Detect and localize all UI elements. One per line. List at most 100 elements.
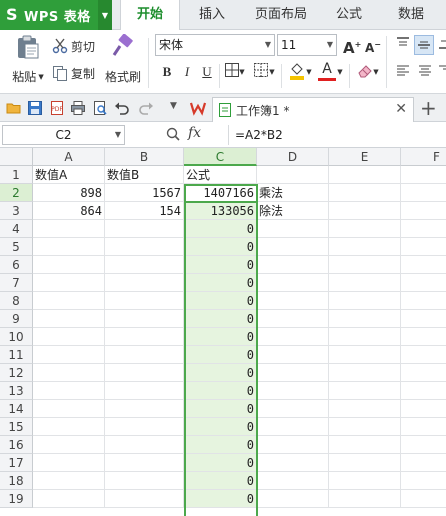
cell-b11[interactable] <box>105 346 184 364</box>
column-header-c[interactable]: C <box>184 148 257 166</box>
column-header-a[interactable]: A <box>33 148 105 166</box>
grow-font-button[interactable]: A+ <box>343 36 361 57</box>
cell-f10[interactable] <box>401 328 446 346</box>
cell-f19[interactable] <box>401 490 446 508</box>
cell-d19[interactable] <box>257 490 329 508</box>
cell-e12[interactable] <box>329 364 401 382</box>
align-top-button[interactable] <box>394 36 412 54</box>
insert-function-button[interactable]: fx <box>188 125 201 141</box>
cell-b16[interactable] <box>105 436 184 454</box>
cell-b2[interactable]: 1567 <box>105 184 184 202</box>
cell-c13[interactable]: 0 <box>184 382 257 400</box>
cell-e19[interactable] <box>329 490 401 508</box>
align-left-button[interactable] <box>394 63 412 81</box>
cell-b17[interactable] <box>105 454 184 472</box>
row-header[interactable]: 9 <box>0 310 33 328</box>
name-box[interactable]: C2 ▼ <box>2 125 125 145</box>
cell-b10[interactable] <box>105 328 184 346</box>
cell-f2[interactable] <box>401 184 446 202</box>
align-middle-button[interactable] <box>414 35 434 55</box>
app-menu-button[interactable]: S WPS 表格 ▼ <box>0 0 112 30</box>
cell-d10[interactable] <box>257 328 329 346</box>
tab-insert[interactable]: 插入 <box>186 0 238 30</box>
select-all-corner[interactable] <box>0 148 33 166</box>
row-header[interactable]: 16 <box>0 436 33 454</box>
cell-b13[interactable] <box>105 382 184 400</box>
cell-f9[interactable] <box>401 310 446 328</box>
cell-b18[interactable] <box>105 472 184 490</box>
bold-button[interactable]: B <box>158 63 176 81</box>
print-preview-icon[interactable] <box>92 100 108 116</box>
italic-button[interactable]: I <box>178 63 196 81</box>
cell-e1[interactable] <box>329 166 401 184</box>
cell-f15[interactable] <box>401 418 446 436</box>
cell-b9[interactable] <box>105 310 184 328</box>
cell-f6[interactable] <box>401 256 446 274</box>
cell-a8[interactable] <box>33 292 105 310</box>
cell-a5[interactable] <box>33 238 105 256</box>
caret-down-icon[interactable]: ▼ <box>38 73 43 81</box>
row-header[interactable]: 19 <box>0 490 33 508</box>
cell-d15[interactable] <box>257 418 329 436</box>
cell-a11[interactable] <box>33 346 105 364</box>
cell-c4[interactable]: 0 <box>184 220 257 238</box>
column-header-e[interactable]: E <box>329 148 401 166</box>
cell-a18[interactable] <box>33 472 105 490</box>
cell-c12[interactable]: 0 <box>184 364 257 382</box>
find-function-icon[interactable] <box>165 126 181 142</box>
cell-c15[interactable]: 0 <box>184 418 257 436</box>
row-header[interactable]: 11 <box>0 346 33 364</box>
cell-a4[interactable] <box>33 220 105 238</box>
cell-e8[interactable] <box>329 292 401 310</box>
cell-e4[interactable] <box>329 220 401 238</box>
cell-c5[interactable]: 0 <box>184 238 257 256</box>
cell-e5[interactable] <box>329 238 401 256</box>
cell-e11[interactable] <box>329 346 401 364</box>
cell-a16[interactable] <box>33 436 105 454</box>
cell-e15[interactable] <box>329 418 401 436</box>
cell-a19[interactable] <box>33 490 105 508</box>
print-icon[interactable] <box>70 100 86 116</box>
cell-d13[interactable] <box>257 382 329 400</box>
cell-e7[interactable] <box>329 274 401 292</box>
cell-d8[interactable] <box>257 292 329 310</box>
paste-button[interactable]: 粘贴 ▼ <box>8 34 48 90</box>
font-size-select[interactable]: 11 ▼ <box>277 34 337 56</box>
fill-color-button[interactable] <box>288 62 306 80</box>
cell-e3[interactable] <box>329 202 401 220</box>
cell-c9[interactable]: 0 <box>184 310 257 328</box>
caret-down-icon[interactable]: ▼ <box>336 63 344 81</box>
cell-c8[interactable]: 0 <box>184 292 257 310</box>
cell-e10[interactable] <box>329 328 401 346</box>
align-center-button[interactable] <box>416 63 434 81</box>
cell-d17[interactable] <box>257 454 329 472</box>
caret-down-icon[interactable]: ▼ <box>98 0 112 30</box>
cell-c7[interactable]: 0 <box>184 274 257 292</box>
row-header[interactable]: 14 <box>0 400 33 418</box>
cell-b3[interactable]: 154 <box>105 202 184 220</box>
cell-b1[interactable]: 数值B <box>105 166 184 184</box>
cell-f3[interactable] <box>401 202 446 220</box>
cell-c19[interactable]: 0 <box>184 490 257 508</box>
caret-down-icon[interactable]: ▼ <box>372 63 380 81</box>
cell-e18[interactable] <box>329 472 401 490</box>
cell-a10[interactable] <box>33 328 105 346</box>
cell-e14[interactable] <box>329 400 401 418</box>
cell-d9[interactable] <box>257 310 329 328</box>
cell-f5[interactable] <box>401 238 446 256</box>
copy-button[interactable]: 复制 <box>52 63 95 83</box>
cell-f13[interactable] <box>401 382 446 400</box>
tab-workbook[interactable]: 工作簿1 * ✕ <box>212 97 414 122</box>
align-bottom-button[interactable] <box>438 36 446 54</box>
cell-e16[interactable] <box>329 436 401 454</box>
cell-f17[interactable] <box>401 454 446 472</box>
caret-down-icon[interactable]: ▼ <box>238 63 246 81</box>
redo-icon[interactable] <box>138 100 154 116</box>
row-header[interactable]: 12 <box>0 364 33 382</box>
cell-d11[interactable] <box>257 346 329 364</box>
cell-a3[interactable]: 864 <box>33 202 105 220</box>
cell-d6[interactable] <box>257 256 329 274</box>
row-header[interactable]: 5 <box>0 238 33 256</box>
cell-b4[interactable] <box>105 220 184 238</box>
cell-e2[interactable] <box>329 184 401 202</box>
